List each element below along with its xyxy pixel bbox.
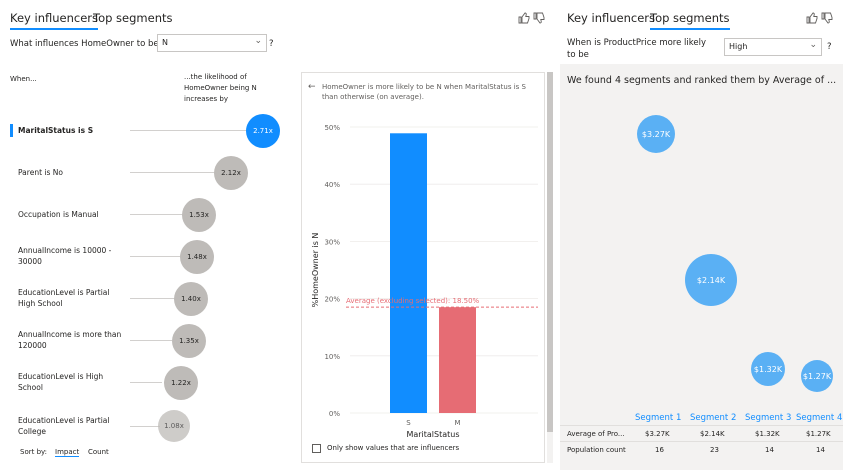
segment-name[interactable]: Segment 3 [745,413,791,423]
influencer-line [130,382,162,383]
x-axis-label: MaritalStatus [406,430,459,439]
segments-area: We found 4 segments and ranked them by A… [560,64,843,470]
influencer-bubble: 1.53x [182,198,216,232]
segment-pop-value: 23 [710,446,719,454]
table-divider [560,425,843,426]
influencer-label: EducationLevel is High School [18,372,104,392]
thumbs-down-icon[interactable] [821,12,833,24]
segment-bubble[interactable]: $1.27K [801,360,833,392]
dropdown-value: High [729,42,748,51]
influencer-label: AnnualIncome is more than 120000 [18,330,122,350]
influencer-row[interactable]: EducationLevel is Partial College 1.08x [10,407,300,443]
segment-pop-value: 16 [655,446,664,454]
influencer-label: EducationLevel is Partial High School [18,288,110,308]
segment-bubble[interactable]: $3.27K [637,115,675,153]
y-tick-label: 20% [324,296,340,304]
segment-bubble[interactable]: $1.32K [751,352,785,386]
thumbs-down-icon[interactable] [533,12,545,24]
tab-key-influencers[interactable]: Key influencers [567,11,655,28]
influencer-row[interactable]: Parent is No 2.12x [10,155,300,191]
segment-avg-value: $1.27K [806,430,831,438]
segment-bubble[interactable]: $2.14K [685,254,737,306]
segment-avg-value: $1.32K [755,430,780,438]
influencer-label: EducationLevel is Partial College [18,416,110,436]
y-tick-label: 50% [324,124,340,132]
dropdown-value: N [162,38,168,47]
segment-name[interactable]: Segment 2 [690,413,736,423]
segment-name[interactable]: Segment 4 [796,413,842,423]
value-dropdown[interactable]: N ⌄ [157,34,267,52]
influencer-row[interactable]: EducationLevel is High School 1.22x [10,365,300,401]
bar [439,307,476,413]
influencer-row[interactable]: MaritalStatus is S 2.71x [10,113,300,149]
help-icon[interactable]: ? [827,42,832,52]
influencer-row[interactable]: AnnualIncome is 10000 - 30000 1.48x [10,239,300,275]
value-dropdown[interactable]: High ⌄ [724,38,822,56]
segment-pop-value: 14 [765,446,774,454]
tab-key-influencers[interactable]: Key influencers [10,11,99,30]
detail-panel: ← HomeOwner is more likely to be N when … [301,72,545,463]
left-visual: Key influencers Top segments What influe… [0,0,553,470]
influencer-label: AnnualIncome is 10000 - 30000 [18,246,112,266]
influencer-row[interactable]: AnnualIncome is more than 120000 1.35x [10,323,300,359]
influencer-bubble: 1.22x [164,366,198,400]
influencer-line [130,298,176,299]
x-tick-label: S [406,419,411,427]
segment-name[interactable]: Segment 1 [635,413,681,423]
y-tick-label: 30% [324,238,340,246]
influencer-line [130,426,160,427]
influencer-row[interactable]: Occupation is Manual 1.53x [10,197,300,233]
row-label-average: Average of Pro... [567,430,625,438]
right-visual: Key influencers Top segments When is Pro… [553,0,843,470]
col-likelihood-header: ...the likelihood of HomeOwner being N i… [184,73,257,103]
y-tick-label: 0% [329,410,340,418]
tab-top-segments[interactable]: Top segments [650,11,730,30]
segments-summary: We found 4 segments and ranked them by A… [567,75,837,86]
segment-avg-value: $3.27K [645,430,670,438]
table-divider [560,441,843,442]
chevron-down-icon: ⌄ [809,40,817,50]
only-influencers-label: Only show values that are influencers [327,444,460,452]
average-label: Average (excluding selected): 18.50% [346,297,480,305]
y-axis-label: %HomeOwner is N [311,233,320,308]
chevron-down-icon: ⌄ [254,36,262,46]
influencer-bubble: 2.71x [246,114,280,148]
influencer-bubble: 2.12x [214,156,248,190]
question-label: What influences HomeOwner to be [10,39,159,49]
influencer-bubble: 1.40x [174,282,208,316]
influencer-line [130,256,182,257]
only-influencers-checkbox[interactable] [312,444,321,453]
influencer-bubble: 1.08x [158,410,190,442]
influencer-line [130,172,216,173]
influencer-line [130,130,248,131]
col-when-header: When... [10,75,37,83]
detail-header: HomeOwner is more likely to be N when Ma… [322,83,526,101]
influencer-line [130,340,172,341]
influencer-label: MaritalStatus is S [18,126,94,135]
x-tick-label: M [454,419,460,427]
influencer-line [130,214,184,215]
back-arrow-icon[interactable]: ← [308,82,316,92]
tab-top-segments[interactable]: Top segments [93,11,173,28]
thumbs-up-icon[interactable] [806,12,818,24]
y-tick-label: 40% [324,181,340,189]
bar [390,133,427,413]
row-label-population: Population count [567,446,626,454]
influencer-bubble: 1.48x [180,240,214,274]
sort-impact-link[interactable]: Impact [55,448,80,457]
selected-indicator [10,124,13,137]
segment-avg-value: $2.14K [700,430,725,438]
influencer-row[interactable]: EducationLevel is Partial High School 1.… [10,281,300,317]
help-icon[interactable]: ? [269,39,274,49]
sort-count-link[interactable]: Count [88,448,109,456]
y-tick-label: 10% [324,353,340,361]
segment-pop-value: 14 [816,446,825,454]
thumbs-up-icon[interactable] [518,12,530,24]
sort-by-label: Sort by: [20,448,48,456]
question-label: When is ProductPrice more likely to be [567,38,706,60]
influencer-label: Occupation is Manual [18,210,99,219]
detail-bar-chart: 0% 10% 20% 30% 40% 50% %HomeOwner is N S M Averag… [311,124,538,439]
influencer-label: Parent is No [18,168,63,177]
influencer-bubble: 1.35x [172,324,206,358]
